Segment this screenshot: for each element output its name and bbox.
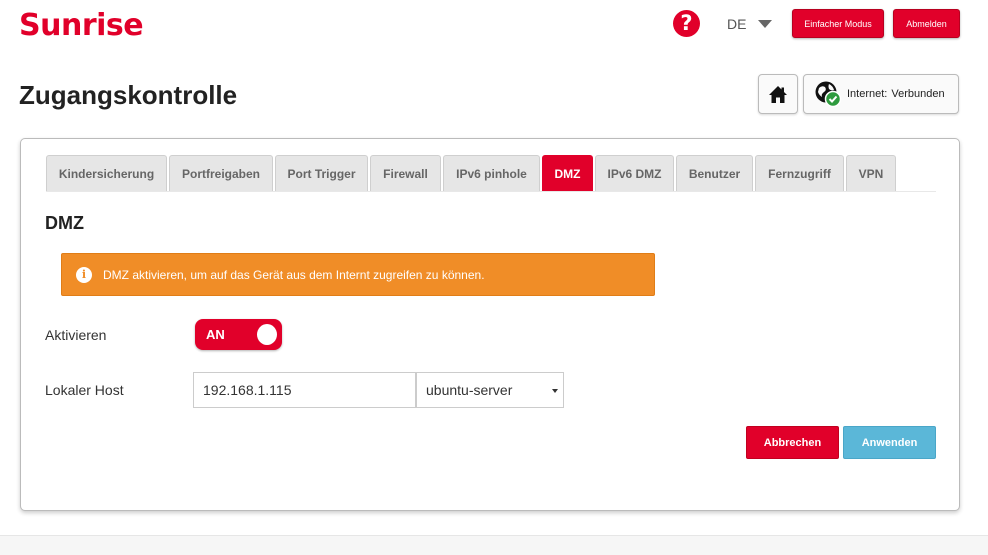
tab-fernzugriff[interactable]: Fernzugriff bbox=[755, 155, 844, 192]
alert-text: DMZ aktivieren, um auf das Gerät aus dem… bbox=[103, 267, 485, 282]
toggle-knob bbox=[257, 324, 277, 345]
internet-label: Internet: bbox=[847, 88, 888, 100]
ip-address-input[interactable] bbox=[193, 372, 416, 408]
footer bbox=[0, 535, 988, 555]
internet-status: Verbunden bbox=[891, 88, 945, 100]
info-alert: i DMZ aktivieren, um auf das Gerät aus d… bbox=[61, 253, 655, 296]
apply-button[interactable]: Anwenden bbox=[843, 426, 936, 459]
tab-ipv6-dmz[interactable]: IPv6 DMZ bbox=[595, 155, 674, 192]
tab-firewall[interactable]: Firewall bbox=[370, 155, 441, 192]
page-title: Zugangskontrolle bbox=[19, 80, 238, 110]
tab-kindersicherung[interactable]: Kindersicherung bbox=[46, 155, 167, 192]
section-title: DMZ bbox=[45, 213, 84, 233]
internet-status-button[interactable]: Internet: Verbunden bbox=[803, 74, 959, 114]
tab-ipv6-pinhole[interactable]: IPv6 pinhole bbox=[443, 155, 540, 192]
dmz-enable-toggle[interactable]: AN bbox=[195, 319, 282, 350]
dmz-card: Kindersicherung Portfreigaben Port Trigg… bbox=[20, 138, 960, 511]
sunrise-logo[interactable]: Sunrise bbox=[19, 8, 144, 43]
logout-button[interactable]: Abmelden bbox=[893, 9, 960, 38]
tab-portfreigaben[interactable]: Portfreigaben bbox=[169, 155, 273, 192]
help-icon[interactable]: ? bbox=[673, 10, 700, 37]
tab-benutzer[interactable]: Benutzer bbox=[676, 155, 753, 192]
host-select[interactable]: ubuntu-server bbox=[416, 372, 564, 408]
language-selector[interactable]: DE bbox=[727, 16, 773, 32]
home-button[interactable] bbox=[758, 74, 798, 114]
enable-label: Aktivieren bbox=[45, 327, 107, 343]
page: Sunrise ? DE Einfacher Modus Abmelden Zu… bbox=[0, 0, 988, 555]
tab-divider bbox=[46, 191, 936, 192]
chevron-down-icon bbox=[758, 20, 773, 28]
local-host-label: Lokaler Host bbox=[45, 382, 124, 398]
tab-dmz[interactable]: DMZ bbox=[542, 155, 593, 192]
chevron-down-icon bbox=[552, 389, 558, 393]
globe-check-icon bbox=[815, 81, 842, 108]
host-select-value: ubuntu-server bbox=[426, 382, 513, 398]
cancel-button[interactable]: Abbrechen bbox=[746, 426, 839, 459]
language-label: DE bbox=[727, 16, 747, 32]
tab-port-trigger[interactable]: Port Trigger bbox=[275, 155, 368, 192]
toggle-state: AN bbox=[206, 327, 225, 342]
tab-vpn[interactable]: VPN bbox=[846, 155, 896, 192]
tab-bar: Kindersicherung Portfreigaben Port Trigg… bbox=[46, 155, 898, 192]
home-icon bbox=[769, 85, 787, 103]
simple-mode-button[interactable]: Einfacher Modus bbox=[792, 9, 884, 38]
info-icon: i bbox=[76, 266, 92, 283]
